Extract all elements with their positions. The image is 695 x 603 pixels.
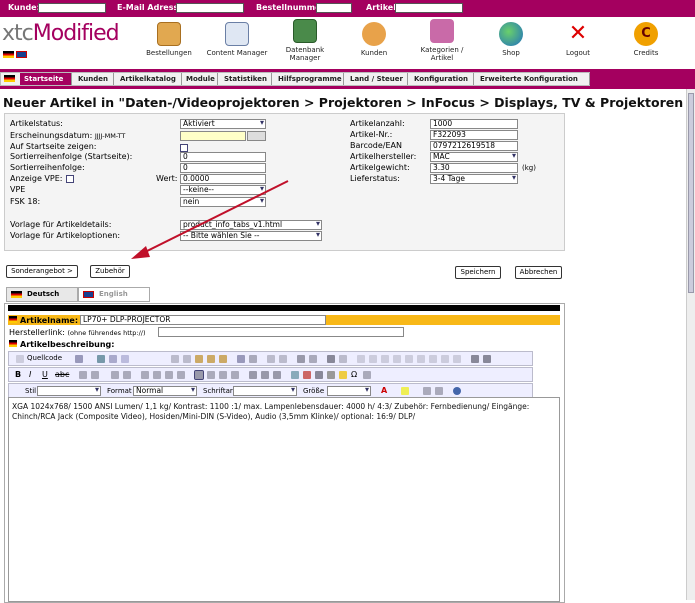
scrollbar-thumb[interactable] (688, 93, 694, 293)
admin-header: xtcModified Bestellungen Content Manager… (0, 17, 695, 69)
tab-statistiken[interactable]: Statistiken (220, 73, 272, 85)
tab-artikelkatalog[interactable]: Artikelkatalog (116, 73, 182, 85)
annotation-arrow (131, 180, 289, 259)
email-search-input[interactable] (176, 3, 244, 13)
main-content: Neuer Artikel in "Daten-/Videoprojektore… (0, 89, 686, 603)
database-icon (293, 19, 317, 43)
top-search-bar: Kunde: E-Mail Adresse: Bestellnummer: Ar… (0, 0, 695, 17)
document-icon (225, 22, 249, 46)
nav-kunden[interactable]: Kunden (352, 17, 396, 57)
flag-de-icon[interactable] (3, 51, 14, 58)
nav-bestellungen[interactable]: Bestellungen (140, 17, 198, 57)
arrow-head (131, 246, 150, 259)
tab-module[interactable]: Module (182, 73, 218, 85)
globe-icon (499, 22, 523, 46)
flag-de-icon (4, 75, 15, 82)
nav-credits[interactable]: C Credits (628, 17, 664, 57)
nav-kategorien-artikel[interactable]: Kategorien / Artikel (414, 17, 470, 62)
page-scrollbar[interactable] (686, 89, 695, 600)
flag-en-icon[interactable] (16, 51, 27, 58)
arrow-shaft (134, 180, 289, 258)
nav-logout[interactable]: ✕ Logout (560, 17, 596, 58)
tab-land-steuer[interactable]: Land / Steuer (346, 73, 408, 85)
box-icon (157, 22, 181, 46)
kunde-label: Kunde: (8, 3, 40, 12)
tab-startseite[interactable]: Startseite (20, 73, 72, 85)
tab-erweiterte-konfiguration[interactable]: Erweiterte Konfiguration (476, 73, 590, 85)
bestellnummer-search-input[interactable] (316, 3, 352, 13)
main-menu: Startseite Kunden Artikelkatalog Module … (0, 69, 695, 89)
tab-kunden[interactable]: Kunden (74, 73, 114, 85)
artikel-search-input[interactable] (395, 3, 463, 13)
users-icon (362, 22, 386, 46)
xtc-modified-logo: xtcModified (2, 21, 120, 46)
tab-konfiguration[interactable]: Konfiguration (410, 73, 474, 85)
credits-icon: C (634, 22, 658, 46)
nav-shop[interactable]: Shop (494, 17, 528, 57)
categories-icon (430, 19, 454, 43)
tab-hilfsprogramme[interactable]: Hilfsprogramme (274, 73, 344, 85)
kunde-search-input[interactable] (38, 3, 106, 13)
nav-datenbank-manager[interactable]: Datenbank Manager (280, 17, 330, 62)
nav-content-manager[interactable]: Content Manager (204, 17, 270, 57)
close-icon: ✕ (568, 21, 588, 46)
